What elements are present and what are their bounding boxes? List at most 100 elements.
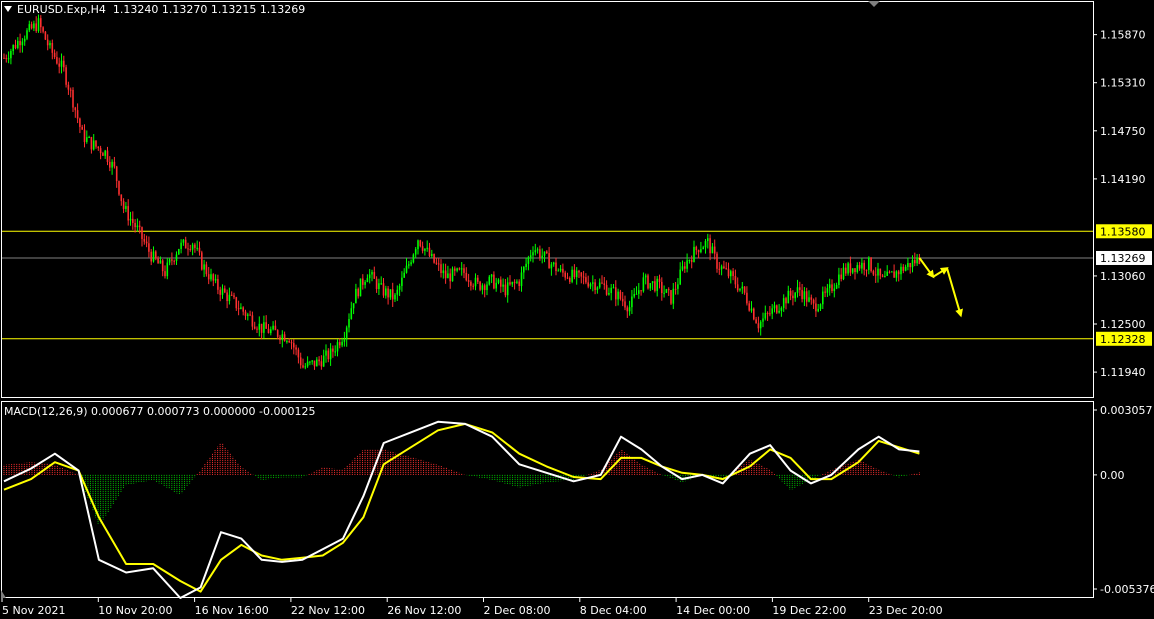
symbol-label: EURUSD.Exp,H4 bbox=[17, 3, 106, 16]
candle-body bbox=[221, 288, 224, 295]
candle-body bbox=[240, 307, 242, 309]
candle-body bbox=[539, 249, 541, 258]
candle-body bbox=[332, 348, 334, 352]
candle-body bbox=[401, 277, 403, 286]
candle-body bbox=[861, 262, 863, 269]
candle-body bbox=[138, 225, 141, 228]
candle-body bbox=[150, 251, 152, 262]
candle-body bbox=[111, 161, 113, 168]
price-axis: 1.15870 1.15310 1.14750 1.14190 1.13060 1.125… bbox=[1093, 29, 1152, 379]
candle-body bbox=[396, 289, 399, 295]
candle-body bbox=[640, 290, 642, 292]
candle-body bbox=[76, 110, 79, 119]
candle-body bbox=[573, 269, 576, 278]
candle-body bbox=[44, 31, 47, 40]
candle-body bbox=[562, 268, 564, 273]
candle-body bbox=[605, 285, 608, 295]
candle-body bbox=[86, 137, 88, 142]
levels-layer bbox=[2, 230, 1093, 340]
candle-body bbox=[359, 278, 362, 297]
candle-body bbox=[658, 278, 661, 282]
candle-body bbox=[297, 349, 300, 358]
candle-body bbox=[159, 260, 162, 264]
candle-body bbox=[217, 279, 219, 290]
time-tick-label: 2 Dec 08:00 bbox=[484, 604, 551, 617]
candle-body bbox=[914, 260, 916, 264]
candle-body bbox=[391, 289, 394, 300]
candle-body bbox=[230, 294, 233, 296]
candle-body bbox=[608, 292, 610, 295]
dropdown-triangle-icon[interactable] bbox=[4, 6, 12, 12]
candle-body bbox=[394, 294, 396, 300]
candle-body bbox=[279, 336, 281, 341]
candle-body bbox=[30, 24, 33, 29]
candle-body bbox=[782, 298, 785, 308]
candle-body bbox=[180, 242, 182, 250]
candle-body bbox=[792, 295, 794, 299]
price-tick-label: 1.13060 bbox=[1100, 270, 1146, 283]
candle-body bbox=[435, 262, 438, 264]
candle-body bbox=[339, 342, 341, 346]
candle-body bbox=[833, 288, 836, 292]
time-tick-label: 14 Dec 00:00 bbox=[676, 604, 750, 617]
candle-body bbox=[345, 327, 348, 340]
forecast-arrows bbox=[918, 257, 963, 318]
candle-body bbox=[759, 321, 762, 329]
candle-body bbox=[113, 161, 116, 167]
scroll-left-marker[interactable] bbox=[1, 590, 6, 598]
candle-body bbox=[28, 24, 31, 31]
candle-body bbox=[274, 325, 277, 331]
candle-body bbox=[518, 281, 520, 287]
time-tick-label: 19 Dec 22:00 bbox=[772, 604, 846, 617]
candle-body bbox=[320, 361, 323, 367]
candle-body bbox=[178, 249, 180, 255]
candle-body bbox=[743, 286, 746, 293]
candle-body bbox=[718, 268, 721, 270]
candle-body bbox=[828, 284, 831, 289]
candle-body bbox=[578, 270, 580, 273]
candle-body bbox=[893, 271, 895, 278]
chart-shift-marker[interactable] bbox=[868, 1, 880, 7]
candle-body bbox=[366, 278, 369, 283]
candle-body bbox=[757, 323, 760, 329]
candle-body bbox=[380, 283, 382, 285]
candle-body bbox=[17, 40, 19, 49]
candle-body bbox=[776, 305, 778, 313]
candle-body bbox=[902, 266, 905, 271]
candle-body bbox=[205, 264, 208, 275]
candle-body bbox=[566, 277, 569, 279]
candle-body bbox=[506, 282, 509, 296]
time-tick-label: 22 Nov 12:00 bbox=[291, 604, 365, 617]
candle-body bbox=[437, 263, 440, 265]
candle-body bbox=[184, 239, 187, 249]
candle-body bbox=[33, 23, 35, 29]
candle-body bbox=[99, 148, 102, 154]
candle-body bbox=[49, 42, 51, 46]
candle-body bbox=[235, 297, 238, 309]
candle-body bbox=[693, 246, 695, 263]
candle-body bbox=[525, 263, 527, 267]
candle-body bbox=[879, 268, 882, 276]
candle-body bbox=[585, 277, 587, 283]
candle-body bbox=[603, 283, 606, 286]
candle-body bbox=[520, 272, 523, 287]
candle-body bbox=[304, 366, 307, 368]
candle-body bbox=[311, 360, 313, 362]
candle-body bbox=[12, 44, 14, 51]
candle-body bbox=[7, 58, 10, 60]
candle-body bbox=[713, 246, 716, 254]
candle-body bbox=[244, 311, 247, 316]
candle-body bbox=[428, 247, 431, 257]
candle-body bbox=[695, 246, 698, 251]
candle-body bbox=[617, 291, 619, 300]
candle-body bbox=[546, 251, 548, 254]
candle-body bbox=[493, 274, 495, 289]
candle-body bbox=[656, 278, 658, 291]
candle-body bbox=[601, 282, 603, 284]
candle-body bbox=[803, 291, 806, 300]
candle-body bbox=[348, 318, 350, 328]
candle-body bbox=[143, 238, 146, 242]
candle-body bbox=[762, 318, 764, 322]
candle-body bbox=[424, 248, 426, 251]
price-chart[interactable]: 1.15870 1.15310 1.14750 1.14190 1.13060 1.125… bbox=[0, 0, 1154, 619]
